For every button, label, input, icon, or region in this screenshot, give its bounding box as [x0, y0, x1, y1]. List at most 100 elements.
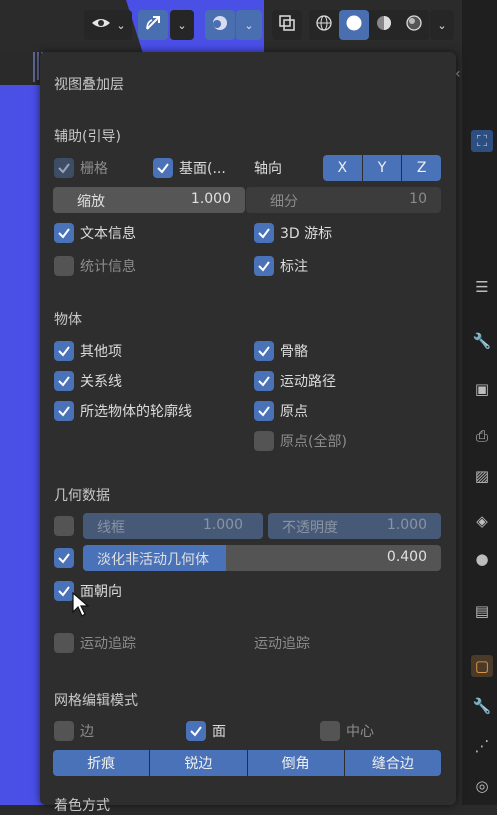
axis-x-toggle[interactable]: X — [323, 155, 363, 181]
gizmo-dropdown-button[interactable]: ⌄ — [170, 10, 194, 40]
faces-checkbox[interactable] — [186, 721, 206, 741]
faces-label: 面 — [212, 724, 226, 740]
physics-icon[interactable]: ◎ — [471, 775, 493, 797]
floor-label: 基面(... — [179, 161, 226, 177]
face-orientation-checkbox[interactable] — [54, 581, 74, 601]
edges-checkbox[interactable] — [54, 721, 74, 741]
wrench-icon[interactable]: 🔧 — [471, 330, 493, 352]
chevron-down-icon: ⌄ — [244, 18, 254, 32]
seam-button[interactable]: 缝合边 — [344, 750, 441, 776]
shading-heading-partial: 着色方式 — [54, 798, 110, 814]
overlays-icon — [210, 13, 230, 37]
text-info-checkbox[interactable] — [54, 223, 74, 243]
shading-wireframe-button[interactable] — [309, 10, 339, 40]
checkmark-icon — [258, 261, 270, 272]
checkmark-icon — [58, 163, 70, 174]
wireframe-label: 线框 — [97, 520, 125, 536]
world-icon[interactable]: ● — [471, 548, 493, 570]
wireframe-field[interactable]: 线框 1.000 — [83, 513, 263, 539]
checkmark-icon — [258, 228, 270, 239]
origins-all-checkbox[interactable] — [254, 431, 274, 451]
text-info-label: 文本信息 — [80, 226, 136, 242]
droplets-icon[interactable]: ◈ — [471, 510, 493, 532]
gizmo-arrow-icon — [144, 14, 162, 36]
annotations-label: 标注 — [280, 259, 308, 275]
grid-label: 栅格 — [80, 161, 108, 177]
shading-solid-button[interactable] — [339, 10, 369, 40]
opacity-field[interactable]: 不透明度 1.000 — [268, 513, 441, 539]
opacity-label: 不透明度 — [282, 520, 338, 536]
annotations-checkbox[interactable] — [254, 256, 274, 276]
wireframe-sphere-icon — [315, 14, 333, 36]
3d-cursor-checkbox[interactable] — [254, 223, 274, 243]
axis-y-toggle[interactable]: Y — [362, 155, 403, 181]
relationship-lines-label: 关系线 — [80, 374, 122, 390]
printer-icon[interactable]: ⎙ — [471, 425, 493, 447]
wireframe-checkbox[interactable] — [54, 516, 74, 536]
scale-value: 1.000 — [190, 191, 231, 207]
briefcase-icon[interactable]: ▣ — [471, 378, 493, 400]
axes-toggle-group: X Y Z — [323, 155, 442, 181]
menu-icon[interactable]: ☰ — [471, 276, 493, 298]
shading-material-button[interactable] — [369, 10, 399, 40]
bones-label: 骨骼 — [280, 344, 308, 360]
shading-dropdown-button[interactable]: ⌄ — [430, 10, 454, 40]
properties-tab-strip — [462, 0, 497, 805]
material-sphere-icon — [375, 14, 393, 36]
relationship-lines-checkbox[interactable] — [54, 371, 74, 391]
geometry-heading: 几何数据 — [54, 488, 110, 504]
motion-paths-checkbox[interactable] — [254, 371, 274, 391]
image-icon[interactable]: ▨ — [471, 465, 493, 487]
checkmark-icon — [258, 346, 270, 357]
3d-cursor-label: 3D 游标 — [280, 226, 333, 242]
center-checkbox[interactable] — [320, 721, 340, 741]
collection-icon[interactable]: ▤ — [471, 600, 493, 622]
chevron-down-icon: ⌄ — [116, 18, 126, 32]
opacity-value: 1.000 — [386, 517, 427, 533]
floor-checkbox[interactable] — [153, 158, 173, 178]
gizmo-toggle-button[interactable] — [138, 10, 168, 40]
checkmark-icon — [58, 346, 70, 357]
grid-checkbox[interactable] — [54, 158, 74, 178]
center-label: 中心 — [346, 724, 374, 740]
axes-label: 轴向 — [254, 161, 282, 177]
axis-z-toggle[interactable]: Z — [402, 155, 442, 181]
extras-label: 其他项 — [80, 344, 122, 360]
object-icon[interactable]: ▢ — [471, 655, 493, 677]
sharp-button[interactable]: 锐边 — [150, 750, 248, 776]
checkmark-icon — [58, 586, 70, 597]
edges-label: 边 — [80, 724, 94, 740]
statistics-checkbox[interactable] — [54, 256, 74, 276]
motion-tracking-checkbox[interactable] — [54, 633, 74, 653]
bevel-button[interactable]: 倒角 — [247, 750, 345, 776]
checkmark-icon — [58, 376, 70, 387]
outline-selected-checkbox[interactable] — [54, 401, 74, 421]
fade-inactive-label: 淡化非活动几何体 — [97, 552, 209, 568]
xray-toggle-button[interactable] — [272, 10, 302, 40]
modifier-wrench-icon[interactable]: 🔧 — [471, 695, 493, 717]
checkmark-icon — [190, 726, 202, 737]
particles-icon[interactable]: ⋰ — [471, 735, 493, 757]
subdivisions-field[interactable]: 细分 10 — [246, 187, 441, 213]
fade-inactive-slider[interactable]: 淡化非活动几何体 0.400 — [83, 545, 441, 571]
chevron-down-icon: ⌄ — [177, 18, 187, 32]
eye-pointer-icon — [90, 15, 112, 35]
crease-button[interactable]: 折痕 — [53, 750, 151, 776]
mouse-cursor-icon — [72, 592, 90, 617]
scale-field[interactable]: 缩放 1.000 — [53, 187, 245, 213]
motion-paths-label: 运动路径 — [280, 374, 336, 390]
shading-rendered-button[interactable] — [399, 10, 429, 40]
extras-checkbox[interactable] — [54, 341, 74, 361]
subdivisions-value: 10 — [409, 191, 427, 207]
origins-checkbox[interactable] — [254, 401, 274, 421]
rendered-sphere-icon — [405, 14, 423, 36]
wireframe-value: 1.000 — [202, 517, 243, 533]
selectability-visibility-button[interactable]: ⌄ — [84, 10, 132, 40]
checkmark-icon — [258, 406, 270, 417]
bones-checkbox[interactable] — [254, 341, 274, 361]
tool-icon[interactable]: ⛶ — [471, 130, 493, 152]
overlays-toggle-button[interactable] — [205, 10, 235, 40]
overlays-dropdown-button[interactable]: ⌄ — [236, 10, 262, 40]
fade-inactive-checkbox[interactable] — [54, 548, 74, 568]
statistics-label: 统计信息 — [80, 259, 136, 275]
